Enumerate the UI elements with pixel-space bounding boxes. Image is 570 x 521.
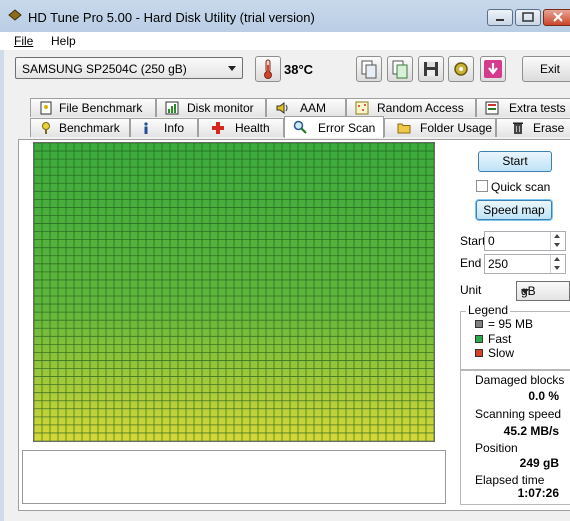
tab-label: Extra tests [509,101,566,115]
tab-folder-usage[interactable]: Folder Usage [384,118,496,137]
elapsed-time-label: Elapsed time [475,473,545,487]
temperature-button[interactable] [255,56,281,82]
tab-label: Info [164,121,185,135]
extra-tests-icon [485,101,499,115]
tab-label: Error Scan [318,121,376,135]
maximize-button[interactable] [515,9,541,26]
tab-label: Disk monitor [187,101,254,115]
benchmark-icon [42,122,50,134]
disk-monitor-icon [165,101,179,115]
start-input-value: 0 [488,234,495,248]
menu-bar: File Help [0,32,570,50]
tab-aam[interactable]: AAM [266,98,346,117]
fast-swatch [475,335,483,343]
spin-up-icon[interactable] [550,232,565,241]
spin-up-icon[interactable] [550,255,565,264]
position-value: 249 gB [519,456,559,470]
download-button[interactable] [480,56,506,82]
legend-block-label: = 95 MB [488,317,534,331]
tab-label: AAM [300,101,327,115]
scanning-speed-value: 45.2 MB/s [503,424,559,438]
close-icon [553,12,563,22]
chevron-down-icon [521,289,529,294]
scan-log [22,450,446,504]
tab-label: Erase [533,121,565,135]
scanning-speed-label: Scanning speed [475,407,562,421]
start-label: Start [460,234,486,248]
menu-file[interactable]: File [14,34,33,48]
copy-info-button[interactable] [387,56,413,82]
position-label: Position [475,441,518,455]
end-label: End [460,256,482,270]
random-access-icon [355,101,369,115]
app-icon [8,9,22,21]
end-input[interactable]: 250 [484,254,566,274]
window-title: HD Tune Pro 5.00 - Hard Disk Utility (tr… [28,10,315,25]
settings-icon [454,62,468,76]
damaged-blocks-value: 0.0 % [528,389,559,403]
tab-label: Health [235,121,270,135]
close-button[interactable] [543,9,570,26]
copy-icon [361,60,377,79]
copy-button[interactable] [356,56,382,82]
legend-slow-label: Slow [488,346,515,360]
tab-random-access[interactable]: Random Access [346,98,476,117]
spin-down-icon[interactable] [550,241,565,250]
temperature-value: 38°C [284,62,314,77]
download-icon [484,60,502,78]
tab-erase[interactable]: Erase [496,118,570,137]
speaker-icon [276,102,288,114]
error-scan-grid [33,142,435,442]
tab-disk-monitor[interactable]: Disk monitor [156,98,266,117]
start-button[interactable]: Start [478,151,552,172]
health-icon [212,122,224,134]
tab-label: File Benchmark [59,101,143,115]
tab-extra-tests[interactable]: Extra tests [476,98,570,117]
save-icon [424,62,438,76]
copy-info-icon [392,60,408,79]
slow-swatch [475,349,483,357]
speed-map-button[interactable]: Speed map [476,200,552,220]
chevron-down-icon [228,66,236,71]
drive-select-value: SAMSUNG SP2504C (250 gB) [22,62,187,76]
options-button[interactable] [448,56,474,82]
tab-health[interactable]: Health [198,118,284,137]
tab-label: Benchmark [59,121,120,135]
legend-title: Legend [466,303,511,317]
minimize-icon [496,19,504,21]
unit-select[interactable]: gB [516,281,570,301]
tab-label: Folder Usage [420,121,493,135]
folder-icon [397,123,411,134]
start-input[interactable]: 0 [484,231,566,251]
file-benchmark-icon [40,101,52,115]
title-bar: HD Tune Pro 5.00 - Hard Disk Utility (tr… [0,0,570,32]
tab-error-scan[interactable]: Error Scan [284,116,384,138]
drive-select[interactable]: SAMSUNG SP2504C (250 gB) [15,57,243,79]
thermometer-icon [264,59,272,79]
maximize-icon [522,12,534,22]
tab-file-benchmark[interactable]: File Benchmark [30,98,156,117]
block-map [33,142,435,442]
damaged-blocks-label: Damaged blocks [475,373,565,387]
quick-scan-checkbox[interactable] [476,180,488,192]
legend-fast-label: Fast [488,332,512,346]
magnifier-icon [293,120,307,134]
menu-help[interactable]: Help [51,34,76,48]
tab-label: Random Access [377,101,464,115]
elapsed-time-value: 1:07:26 [517,486,559,500]
trash-icon [513,122,523,134]
tab-info[interactable]: Info [130,118,198,137]
quick-scan-label: Quick scan [491,180,551,194]
unit-label: Unit [460,283,482,297]
minimize-button[interactable] [487,9,513,26]
block-swatch [475,320,483,328]
tab-benchmark[interactable]: Benchmark [30,118,130,137]
exit-button[interactable]: Exit [522,56,570,82]
save-button[interactable] [418,56,444,82]
end-input-value: 250 [488,257,509,271]
info-icon [144,122,148,134]
spin-down-icon[interactable] [550,264,565,273]
